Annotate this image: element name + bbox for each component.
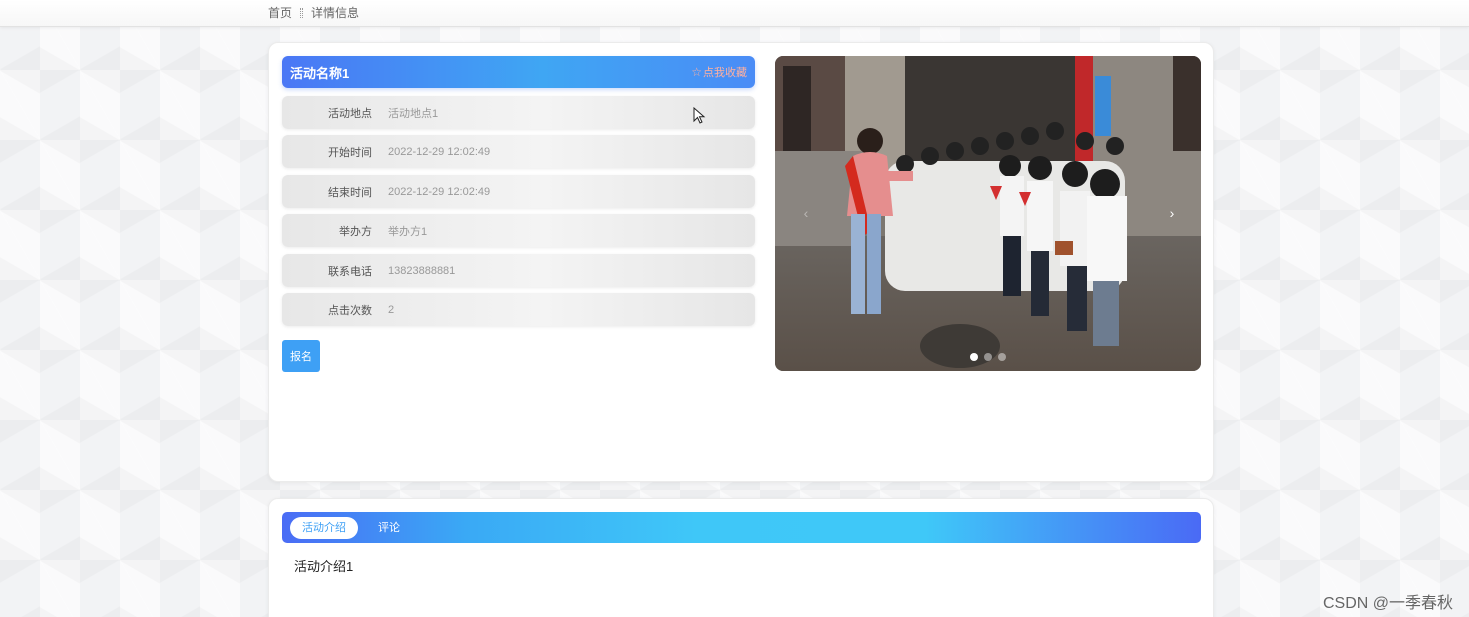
activity-photo: [775, 56, 1201, 371]
info-row-start-time: 开始时间 2022-12-29 12:02:49: [282, 135, 755, 168]
breadcrumb-home[interactable]: 首页: [268, 4, 292, 21]
mouse-cursor-icon: [693, 107, 706, 124]
carousel-dot[interactable]: [984, 353, 992, 361]
tabs-bar: 活动介绍 评论: [282, 512, 1201, 543]
info-value: 举办方1: [388, 225, 428, 238]
detail-card: 活动名称1 ☆ 点我收藏 活动地点 活动地点1 开始时间 2022-12-29 …: [268, 42, 1214, 482]
tab-activity-intro[interactable]: 活动介绍: [290, 516, 358, 539]
carousel-dot[interactable]: [998, 353, 1006, 361]
info-value: 活动地点1: [388, 107, 439, 120]
carousel-dot[interactable]: [970, 353, 978, 361]
info-label: 活动地点: [328, 107, 372, 120]
activity-title: 活动名称1: [290, 65, 350, 81]
top-bar: 首页 详情信息: [0, 0, 1469, 27]
tab-comments[interactable]: 评论: [366, 517, 412, 539]
activity-title-bar: 活动名称1 ☆ 点我收藏: [282, 56, 755, 88]
tab-content-text: 活动介绍1: [294, 559, 354, 574]
info-row-location: 活动地点 活动地点1: [282, 96, 755, 129]
favorite-button[interactable]: ☆ 点我收藏: [691, 64, 747, 80]
star-icon: ☆: [691, 65, 702, 79]
info-label: 联系电话: [328, 265, 372, 278]
carousel-prev-icon[interactable]: ‹: [799, 204, 813, 222]
info-row-click-count: 点击次数 2: [282, 293, 755, 326]
info-label: 举办方: [339, 225, 372, 238]
info-value: 2022-12-29 12:02:49: [388, 145, 491, 158]
image-carousel[interactable]: ‹ ›: [775, 56, 1201, 371]
breadcrumb: 首页 详情信息: [268, 4, 359, 21]
info-row-phone: 联系电话 13823888881: [282, 254, 755, 287]
watermark: CSDN @一季春秋: [1322, 595, 1453, 612]
info-value: 2022-12-29 12:02:49: [388, 185, 491, 198]
carousel-next-icon[interactable]: ›: [1165, 204, 1179, 222]
breadcrumb-separator-icon: [300, 7, 304, 18]
favorite-label: 点我收藏: [703, 67, 747, 79]
info-label: 结束时间: [328, 186, 372, 199]
info-label: 点击次数: [328, 304, 372, 317]
info-value: 2: [388, 303, 395, 316]
carousel-indicators: [775, 353, 1201, 361]
breadcrumb-current: 详情信息: [311, 6, 360, 20]
signup-button[interactable]: 报名: [282, 340, 320, 372]
intro-card: 活动介绍 评论 活动介绍1: [268, 498, 1214, 617]
info-value: 13823888881: [388, 264, 456, 277]
info-row-end-time: 结束时间 2022-12-29 12:02:49: [282, 175, 755, 208]
info-row-organizer: 举办方 举办方1: [282, 214, 755, 247]
info-label: 开始时间: [328, 146, 372, 159]
